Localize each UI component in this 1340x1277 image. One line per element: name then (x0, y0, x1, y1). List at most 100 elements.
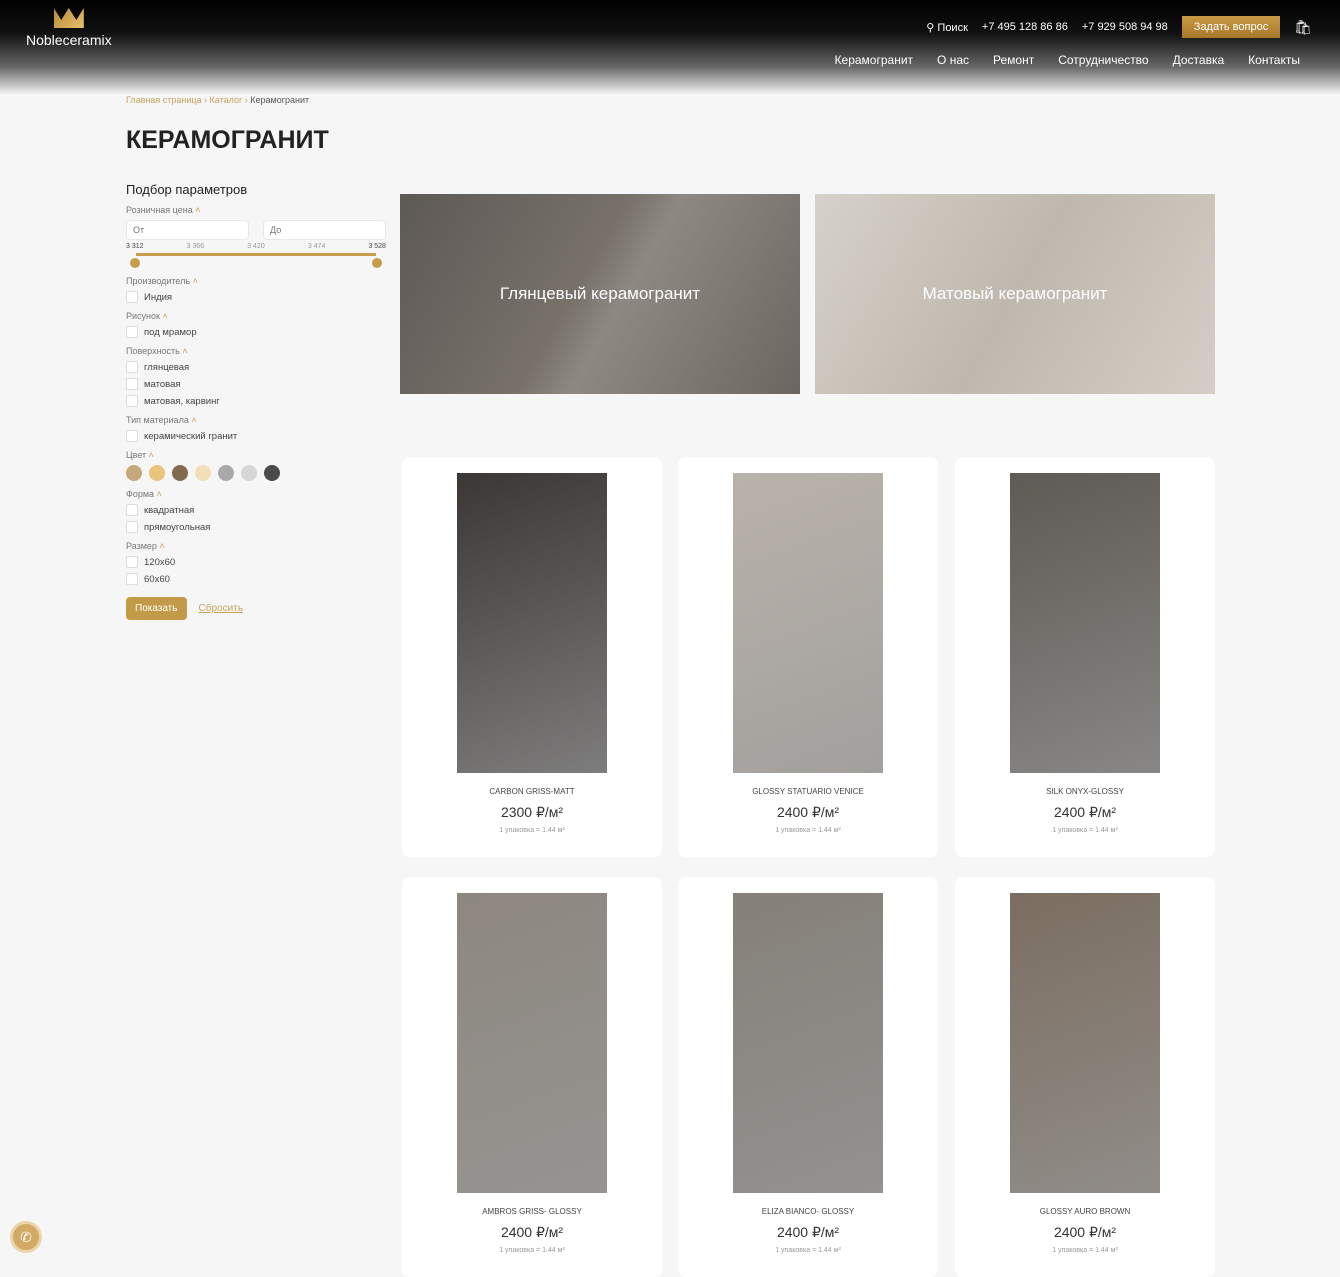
option-label: квадратная (144, 504, 195, 516)
search-link[interactable]: ⚲ Поиск (926, 21, 968, 34)
color-swatch[interactable] (172, 465, 188, 481)
product-card[interactable]: SILK ONYX-GLOSSY 2400 ₽/м² 1 упаковка = 1.… (955, 457, 1215, 857)
nav-item[interactable]: Ремонт (993, 53, 1034, 67)
reset-link[interactable]: Сбросить (199, 603, 243, 614)
color-swatch[interactable] (218, 465, 234, 481)
filter-panel: Подбор параметров Розничная цена 3 312 3 … (126, 182, 386, 620)
filter-option[interactable]: под мрамор (126, 326, 386, 338)
banner-label: Глянцевый керамогранит (499, 284, 701, 303)
nav-item[interactable]: Сотрудничество (1058, 53, 1148, 67)
filter-size-label[interactable]: Размер (126, 541, 386, 551)
product-card[interactable]: CARBON GRISS-MATT 2300 ₽/м² 1 упаковка = 1… (402, 457, 662, 857)
product-name[interactable]: ELIZA BIANCO- GLOSSY (678, 1207, 938, 1216)
product-card[interactable]: AMBROS GRISS- GLOSSY 2400 ₽/м² 1 упаковка … (402, 877, 662, 1277)
checkbox[interactable] (126, 573, 138, 585)
product-name[interactable]: SILK ONYX-GLOSSY (955, 787, 1215, 796)
product-card[interactable]: GLOSSY STATUARIO VENICE 2400 ₽/м² 1 упаков… (678, 457, 938, 857)
nav-item[interactable]: Керамогранит (835, 53, 914, 67)
product-image[interactable] (457, 473, 607, 773)
option-label: 120x60 (144, 556, 176, 568)
product-price: 2400 ₽/м² (1053, 1224, 1117, 1240)
breadcrumb-home[interactable]: Главная страница (126, 95, 202, 105)
checkbox[interactable] (126, 326, 138, 338)
filter-shape-label[interactable]: Форма (126, 489, 386, 499)
filter-option[interactable]: 60x60 (126, 573, 386, 585)
product-name[interactable]: GLOSSY STATUARIO VENICE (678, 787, 938, 796)
phone-call-button[interactable]: ✆ (10, 1221, 42, 1253)
phone-1[interactable]: +7 495 128 86 86 (982, 21, 1068, 33)
filter-pattern-label[interactable]: Рисунок (126, 311, 386, 321)
filter-option[interactable]: Индия (126, 291, 386, 303)
product-image[interactable] (457, 893, 607, 1193)
option-label: 60x60 (144, 573, 170, 585)
breadcrumb-current: Керамогранит (250, 95, 310, 105)
product-name[interactable]: CARBON GRISS-MATT (402, 787, 662, 796)
filter-material-label[interactable]: Тип материала (126, 415, 386, 425)
checkbox[interactable] (126, 556, 138, 568)
product-name[interactable]: GLOSSY AURO BROWN (955, 1207, 1215, 1216)
product-image[interactable] (1010, 893, 1160, 1193)
checkbox[interactable] (126, 521, 138, 533)
breadcrumb: Главная страница › Каталог › Керамограни… (126, 95, 310, 105)
option-label: прямоугольная (144, 521, 211, 533)
ask-question-button[interactable]: Задать вопрос (1181, 16, 1281, 38)
checkbox[interactable] (126, 395, 138, 407)
option-label: керамический гранит (144, 430, 238, 442)
color-swatch[interactable] (264, 465, 280, 481)
checkbox[interactable] (126, 430, 138, 442)
product-card[interactable]: GLOSSY AURO BROWN 2400 ₽/м² 1 упаковка = 1… (955, 877, 1215, 1277)
product-pack: 1 упаковка = 1.44 м² (499, 1247, 565, 1254)
color-swatch[interactable] (126, 465, 142, 481)
product-name[interactable]: AMBROS GRISS- GLOSSY (402, 1207, 662, 1216)
option-label: под мрамор (144, 326, 197, 338)
nav-item[interactable]: Контакты (1248, 53, 1300, 67)
nav-item[interactable]: Доставка (1173, 53, 1225, 67)
banner-label: Матовый керамогранит (922, 284, 1108, 303)
show-button[interactable]: Показать (126, 597, 187, 620)
filter-option[interactable]: прямоугольная (126, 521, 386, 533)
color-swatch[interactable] (241, 465, 257, 481)
checkbox[interactable] (126, 361, 138, 373)
product-image[interactable] (733, 473, 883, 773)
filter-option[interactable]: матовая, карвинг (126, 395, 386, 407)
price-to-input[interactable] (263, 220, 386, 240)
slider-min-handle[interactable] (130, 258, 140, 268)
price-label[interactable]: Розничная цена (126, 205, 386, 215)
product-image[interactable] (1010, 473, 1160, 773)
banner-matte[interactable]: Матовый керамогранит (815, 194, 1215, 394)
banner-glossy[interactable]: Глянцевый керамогранит (400, 194, 800, 394)
logo[interactable]: Nobleceramix (26, 8, 112, 48)
product-pack: 1 упаковка = 1.44 м² (1052, 827, 1118, 834)
filter-surface-label[interactable]: Поверхность (126, 346, 386, 356)
price-from-input[interactable] (126, 220, 249, 240)
checkbox[interactable] (126, 504, 138, 516)
filter-color-label[interactable]: Цвет (126, 450, 386, 460)
filter-option[interactable]: керамический гранит (126, 430, 386, 442)
price-slider[interactable] (126, 250, 386, 268)
product-image[interactable] (733, 893, 883, 1193)
checkbox[interactable] (126, 378, 138, 390)
color-swatch[interactable] (195, 465, 211, 481)
price-tick: 3 528 (368, 243, 386, 250)
cart-icon[interactable]: 🛍 (1294, 19, 1312, 36)
product-card[interactable]: ELIZA BIANCO- GLOSSY 2400 ₽/м² 1 упаковка … (678, 877, 938, 1277)
filter-manufacturer-label[interactable]: Производитель (126, 276, 386, 286)
logo-text: Nobleceramix (26, 32, 112, 48)
breadcrumb-catalog[interactable]: Каталог (210, 95, 243, 105)
price-tick: 3 420 (247, 243, 265, 250)
search-label: Поиск (937, 21, 968, 34)
product-pack: 1 упаковка = 1.44 м² (1052, 1247, 1118, 1254)
filter-option[interactable]: квадратная (126, 504, 386, 516)
nav-item[interactable]: О нас (937, 53, 969, 67)
filter-option[interactable]: матовая (126, 378, 386, 390)
filter-option[interactable]: 120x60 (126, 556, 386, 568)
filter-option[interactable]: глянцевая (126, 361, 386, 373)
color-swatch[interactable] (149, 465, 165, 481)
price-tick: 3 474 (307, 243, 326, 250)
slider-max-handle[interactable] (372, 258, 382, 268)
product-price: 2400 ₽/м² (1053, 804, 1117, 820)
product-price: 2300 ₽/м² (500, 804, 564, 820)
phone-2[interactable]: +7 929 508 94 98 (1082, 21, 1168, 33)
checkbox[interactable] (126, 291, 138, 303)
option-label: глянцевая (144, 361, 190, 373)
